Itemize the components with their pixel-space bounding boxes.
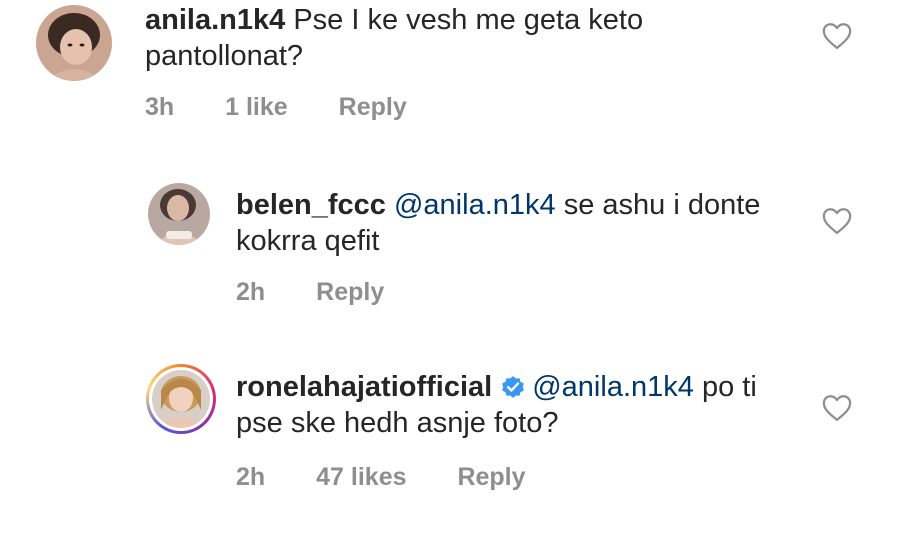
- story-ring[interactable]: [146, 364, 216, 434]
- comment-body: belen_fccc @anila.n1k4 se ashu i donte k…: [236, 187, 796, 259]
- reply-button[interactable]: Reply: [457, 463, 525, 492]
- avatar-belen-image: [148, 183, 210, 245]
- avatar-anila-image: [36, 5, 112, 81]
- reply-button[interactable]: Reply: [339, 93, 407, 122]
- comment-username[interactable]: anila.n1k4: [145, 4, 285, 36]
- comment-meta: 2h Reply: [236, 278, 384, 307]
- reply-button[interactable]: Reply: [316, 278, 384, 307]
- verified-badge-icon: [500, 374, 526, 400]
- comment-time: 2h: [236, 278, 266, 306]
- comment-meta: 3h 1 like Reply: [145, 93, 407, 122]
- like-heart-icon[interactable]: [822, 22, 852, 50]
- comment-anila: anila.n1k4 Pse I ke vesh me geta keto pa…: [0, 0, 900, 140]
- avatar-ronela-image: [152, 370, 210, 428]
- mention-link[interactable]: @anila.n1k4: [394, 189, 556, 221]
- comment-time: 2h: [236, 463, 266, 491]
- comment-likes[interactable]: 47 likes: [316, 463, 406, 492]
- comment-username[interactable]: belen_fccc: [236, 189, 386, 221]
- comment-likes[interactable]: 1 like: [225, 93, 288, 122]
- comment-ronela: ronelahajatiofficial @anila.n1k4 po ti ps…: [0, 360, 900, 510]
- comment-time: 3h: [145, 93, 175, 121]
- comment-username[interactable]: ronelahajatiofficial: [236, 371, 492, 403]
- comment-meta: 2h 47 likes Reply: [236, 463, 526, 492]
- mention-link[interactable]: @anila.n1k4: [532, 371, 694, 403]
- avatar-ronela: [152, 370, 210, 428]
- like-heart-icon[interactable]: [822, 207, 852, 235]
- comment-body: anila.n1k4 Pse I ke vesh me geta keto pa…: [145, 2, 795, 74]
- comment-body: ronelahajatiofficial @anila.n1k4 po ti ps…: [236, 369, 806, 441]
- avatar-anila[interactable]: [36, 5, 112, 81]
- avatar-belen[interactable]: [148, 183, 210, 245]
- like-heart-icon[interactable]: [822, 394, 852, 422]
- comment-belen: belen_fccc @anila.n1k4 se ashu i donte k…: [0, 175, 900, 325]
